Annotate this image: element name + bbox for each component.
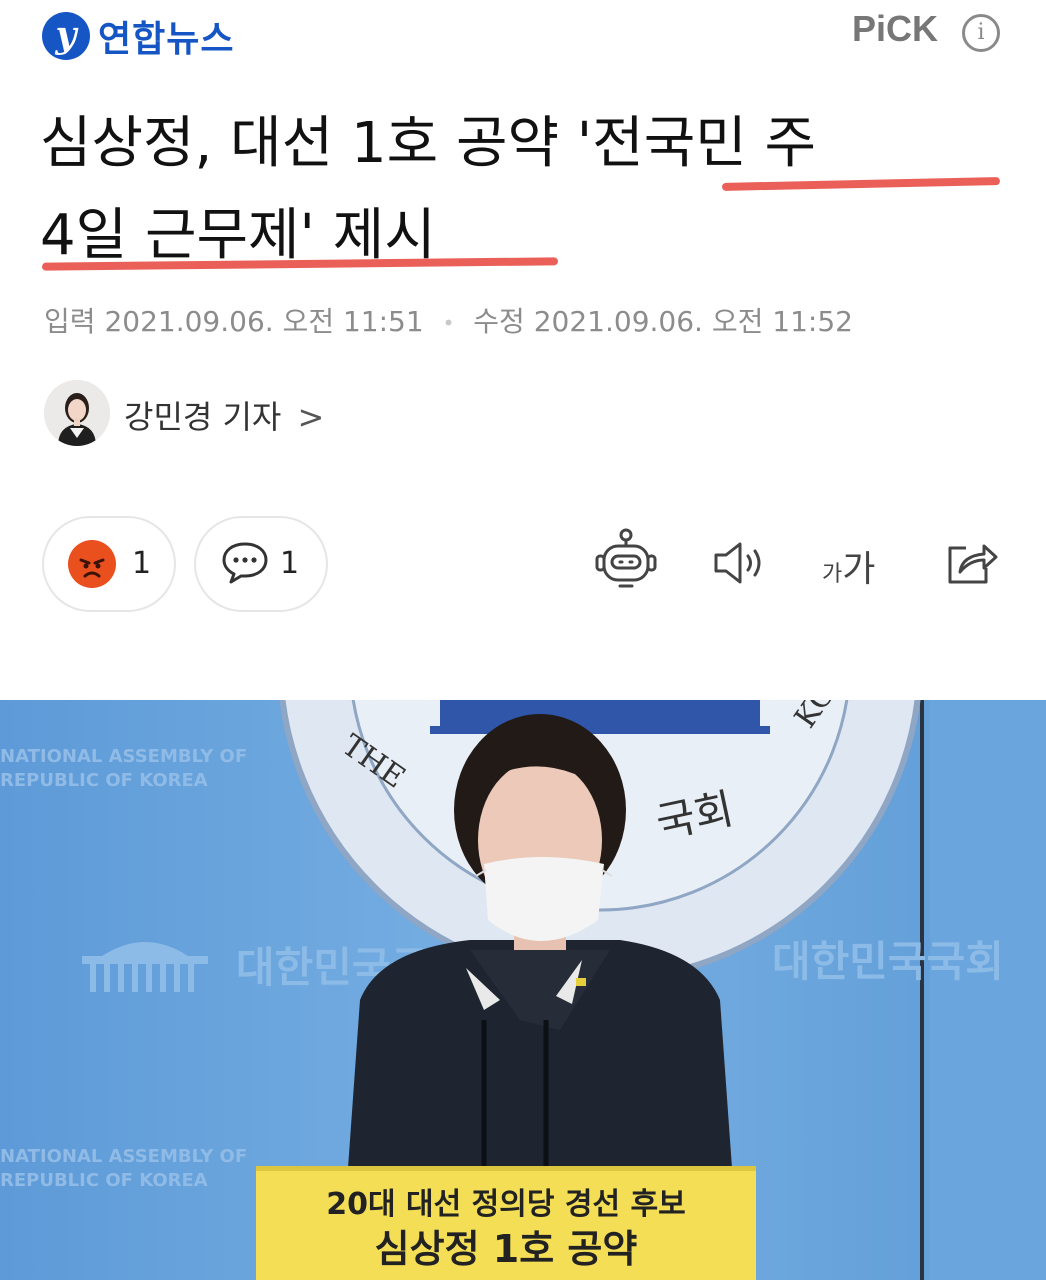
yonhap-logo-text[interactable]: 연합뉴스: [98, 10, 234, 62]
podium-text-line1: 20대 대선 정의당 경선 후보: [326, 1187, 686, 1222]
backdrop-text-en-4: REPUBLIC OF KOREA: [0, 1170, 208, 1191]
comment-count: 1: [280, 546, 300, 581]
comment-icon: [220, 538, 270, 590]
backdrop-text-en-1: NATIONAL ASSEMBLY OF: [0, 746, 247, 767]
chevron-right-icon: >: [297, 398, 325, 436]
date-separator: •: [442, 311, 455, 335]
podium-text-line2: 심상정 1호 공약: [375, 1227, 638, 1271]
article-headline: 심상정, 대선 1호 공약 '전국민 주 4일 근무제' 제시: [40, 98, 1020, 282]
article-dates: 입력 2021.09.06. 오전 11:51 • 수정 2021.09.06.…: [44, 300, 853, 340]
angry-face-icon: [68, 540, 116, 588]
backdrop-text-en-3: NATIONAL ASSEMBLY OF: [0, 1146, 247, 1167]
robot-summary-icon[interactable]: [594, 528, 658, 594]
author-link[interactable]: 강민경 기자 >: [124, 392, 324, 438]
input-date: 2021.09.06. 오전 11:51: [104, 305, 424, 338]
edit-date: 2021.09.06. 오전 11:52: [533, 305, 853, 338]
input-label: 입력: [44, 305, 96, 338]
speaker-icon[interactable]: [712, 540, 768, 590]
font-size-small-label: 가: [822, 562, 843, 587]
info-icon[interactable]: i: [962, 14, 1000, 52]
author-avatar[interactable]: [44, 380, 110, 446]
yonhap-logo-icon[interactable]: y: [42, 12, 90, 60]
reaction-count: 1: [132, 546, 152, 581]
article-photo: THE KOREA 국회 NATIONAL ASSEMBLY OF REPUBL…: [0, 700, 1046, 1280]
backdrop-text-ko-right: 대한민국국회: [772, 937, 1004, 986]
author-name: 강민경 기자: [124, 398, 282, 436]
backdrop-text-en-2: REPUBLIC OF KOREA: [0, 770, 208, 791]
font-size-large-label: 가: [842, 549, 876, 590]
share-icon[interactable]: [944, 538, 1000, 592]
pick-label[interactable]: PiCK: [852, 8, 938, 50]
headline-line-1: 심상정, 대선 1호 공약 '전국민 주: [40, 111, 817, 176]
edit-label: 수정: [473, 305, 525, 338]
font-size-icon[interactable]: 가가: [822, 540, 875, 592]
